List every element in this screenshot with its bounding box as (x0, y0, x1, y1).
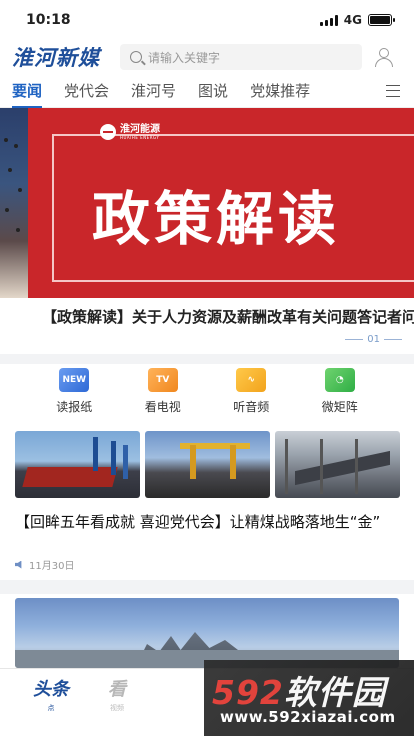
signal-icon (319, 14, 338, 26)
network-label: 4G (343, 13, 362, 27)
tv-icon: TV (147, 368, 178, 392)
battery-icon (368, 14, 395, 26)
article-photos[interactable] (15, 431, 400, 498)
tab-dangdaihui[interactable]: 党代会 (64, 76, 109, 108)
section-divider (0, 580, 414, 594)
quick-links: NEW 读报纸 TV 看电视 ∿ 听音频 ◔ 微矩阵 (0, 368, 414, 422)
app-header: 淮河新媒 请输入关键字 (0, 40, 414, 74)
section-divider (0, 354, 414, 364)
quick-link-matrix[interactable]: ◔ 微矩阵 (305, 368, 375, 422)
channel-tabs: 要闻 党代会 淮河号 图说 党媒推荐 (0, 76, 414, 108)
tab-tushuo[interactable]: 图说 (198, 76, 228, 108)
newspaper-icon: NEW (59, 368, 90, 392)
article-date: 11月30日 (29, 561, 75, 572)
tab-watch[interactable]: 看 视频 (84, 669, 150, 736)
app-logo[interactable]: 淮河新媒 (12, 42, 108, 72)
tab-dangmei[interactable]: 党媒推荐 (250, 76, 310, 108)
pager-number: 01 (367, 334, 380, 345)
brand-name: 淮河能源 (120, 123, 160, 135)
tab-headlines[interactable]: 头条 点 (18, 669, 84, 736)
search-input[interactable]: 请输入关键字 (120, 44, 362, 70)
brand-sub: HUAIHE ENERGY (120, 134, 160, 140)
quick-link-label: 读报纸 (56, 400, 93, 414)
quick-link-newspaper[interactable]: NEW 读报纸 (39, 368, 109, 422)
carousel-pager: 01 (345, 334, 402, 345)
wechat-icon: ◔ (324, 368, 355, 392)
quick-link-audio[interactable]: ∿ 听音频 (216, 368, 286, 422)
banner-headline[interactable]: 【政策解读】关于人力资源及薪酬改革有关问题答记者问 (0, 304, 414, 330)
search-placeholder: 请输入关键字 (148, 50, 221, 65)
tab-watch-label: 看 (108, 679, 126, 700)
status-time: 10:18 (26, 12, 71, 28)
tab-headlines-sub: 点 (47, 704, 55, 712)
tab-headlines-label: 头条 (33, 679, 69, 700)
banner-side-photo (0, 108, 28, 298)
banner-carousel[interactable]: 淮河能源 HUAIHE ENERGY 政策解读 (0, 108, 414, 298)
status-bar: 10:18 4G (0, 0, 414, 40)
tab-huaihehao[interactable]: 淮河号 (131, 76, 176, 108)
article-photo (275, 431, 400, 498)
watermark-number: 592 (212, 673, 284, 712)
article-photo (15, 431, 140, 498)
site-watermark: 592软件园 www.592xiazai.com (204, 660, 414, 736)
article-title[interactable]: 【回眸五年看成就 喜迎党代会】让精煤战略落地生“金” (15, 512, 395, 532)
tab-yaowen[interactable]: 要闻 (12, 76, 43, 108)
article-cover-photo[interactable] (15, 598, 399, 668)
article-meta: 11月30日 (15, 557, 74, 572)
banner-title: 政策解读 (92, 185, 341, 253)
watermark-text: 软件园 (283, 673, 386, 712)
quick-link-label: 听音频 (233, 400, 270, 414)
menu-icon[interactable] (386, 85, 400, 97)
article-photo (145, 431, 270, 498)
quick-link-label: 看电视 (144, 400, 181, 414)
brand-logo-icon (100, 124, 116, 140)
speaker-icon[interactable] (15, 560, 22, 569)
tab-watch-sub: 视频 (110, 704, 124, 712)
quick-link-tv[interactable]: TV 看电视 (128, 368, 198, 422)
banner-brand: 淮河能源 HUAIHE ENERGY (100, 124, 160, 140)
watermark-brand: 592软件园 (212, 666, 386, 714)
status-indicators: 4G (319, 13, 395, 27)
audio-icon: ∿ (236, 368, 267, 392)
quick-link-label: 微矩阵 (321, 400, 358, 414)
search-icon (130, 51, 142, 63)
user-icon[interactable] (374, 47, 394, 67)
watermark-url: www.592xiazai.com (220, 708, 396, 726)
